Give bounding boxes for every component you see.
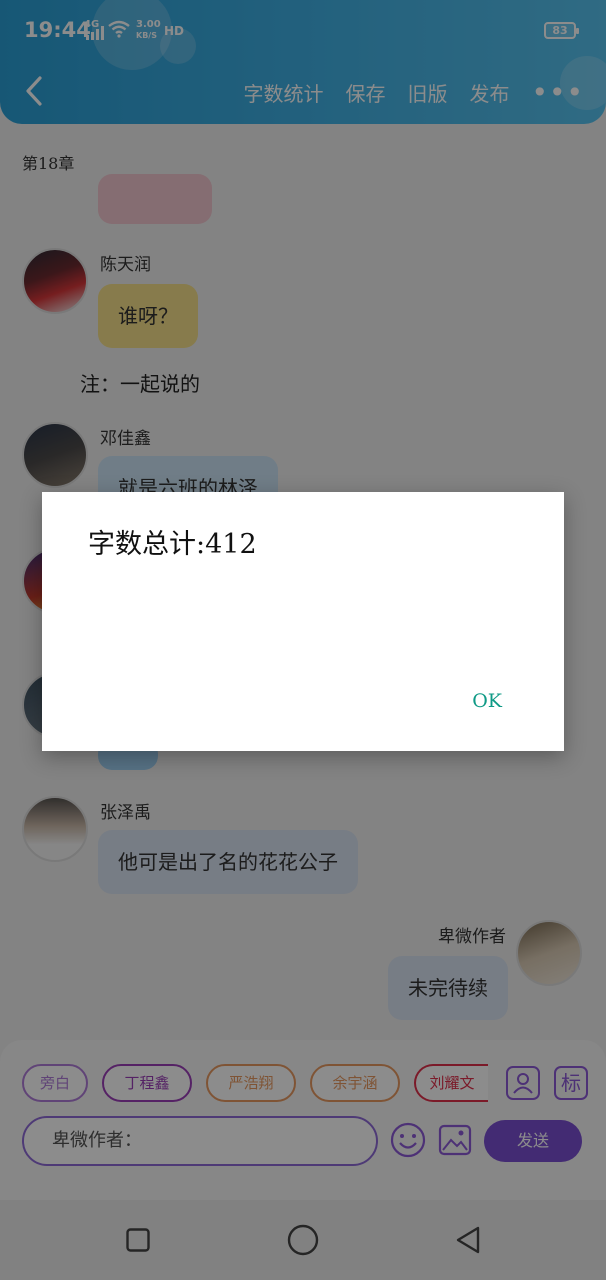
dialog-message: 字数总计:412 — [88, 529, 257, 560]
ok-button[interactable]: OK — [472, 690, 502, 712]
word-count-dialog: 字数总计:412 OK — [42, 492, 564, 751]
